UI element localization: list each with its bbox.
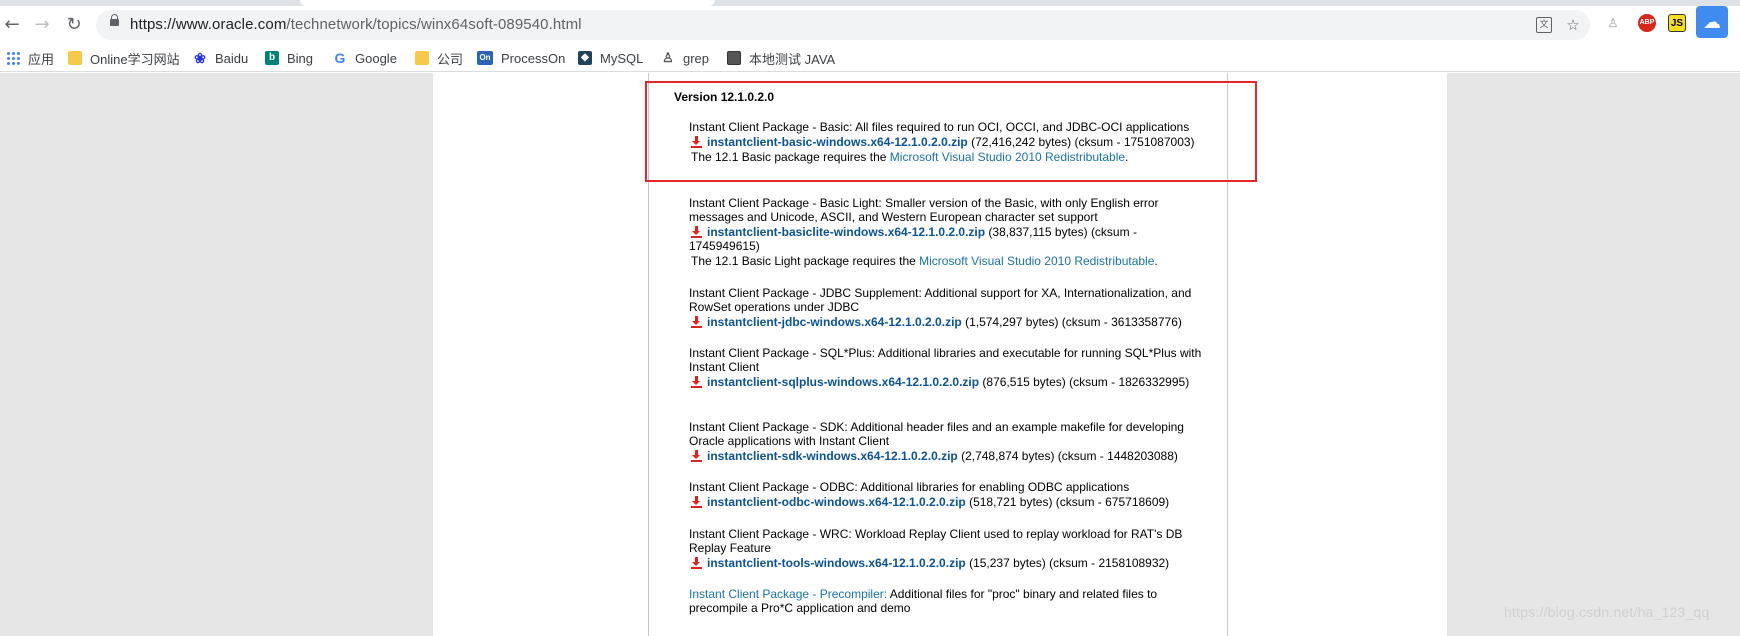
- highlight-annotation-box: [645, 81, 1257, 182]
- grep-icon: ♙: [662, 50, 674, 65]
- package-sdk: Instant Client Package - SDK: Additional…: [689, 420, 1209, 463]
- vs2010-redist-link[interactable]: Microsoft Visual Studio 2010 Redistribut…: [919, 254, 1154, 268]
- package-wrc: Instant Client Package - WRC: Workload R…: [689, 527, 1209, 570]
- precompiler-link[interactable]: Instant Client Package - Precompiler:: [689, 587, 887, 601]
- javascript-extension-icon[interactable]: JS: [1668, 14, 1686, 32]
- package-description: Instant Client Package - SDK: Additional…: [689, 420, 1184, 448]
- url-path: /technetwork/topics/winx64soft-089540.ht…: [286, 16, 582, 33]
- download-link-tools[interactable]: instantclient-tools-windows.x64-12.1.0.2…: [707, 556, 966, 570]
- bookmark-label: ProcessOn: [501, 50, 566, 66]
- download-line: instantclient-sdk-windows.x64-12.1.0.2.0…: [689, 449, 1209, 463]
- adblock-plus-icon[interactable]: ABP: [1638, 14, 1656, 32]
- bookmark-label: Bing: [287, 50, 314, 66]
- download-link-odbc[interactable]: instantclient-odbc-windows.x64-12.1.0.2.…: [707, 495, 966, 509]
- download-icon: [691, 376, 702, 388]
- package-description: Instant Client Package - JDBC Supplement…: [689, 286, 1192, 314]
- package-description: Instant Client Package - WRC: Workload R…: [689, 527, 1183, 555]
- url-host: https://www.oracle.com: [130, 16, 287, 33]
- package-note: The 12.1 Basic Light package requires th…: [691, 254, 1209, 268]
- bookmark-baidu[interactable]: ❀ Baidu: [193, 49, 248, 67]
- package-odbc: Instant Client Package - ODBC: Additiona…: [689, 480, 1209, 509]
- extension-puzzle-icon[interactable]: ♙: [1604, 14, 1622, 32]
- page-viewport: Version 12.1.0.2.0 Instant Client Packag…: [0, 73, 1740, 636]
- bookmark-label: Baidu: [215, 50, 249, 66]
- download-link-basiclite[interactable]: instantclient-basiclite-windows.x64-12.1…: [707, 225, 985, 239]
- google-icon: G: [334, 50, 346, 66]
- download-line: instantclient-tools-windows.x64-12.1.0.2…: [689, 556, 1209, 570]
- baidu-icon: ❀: [194, 50, 206, 66]
- bookmark-google[interactable]: G Google: [333, 49, 397, 67]
- lock-icon[interactable]: [110, 14, 119, 26]
- reload-button[interactable]: ↻: [62, 13, 86, 37]
- url-text[interactable]: https://www.oracle.com/technetwork/topic…: [130, 16, 582, 33]
- download-line: instantclient-basiclite-windows.x64-12.1…: [689, 225, 1209, 253]
- file-meta: (15,237 bytes) (cksum - 2158108932): [965, 556, 1170, 570]
- download-link-jdbc[interactable]: instantclient-jdbc-windows.x64-12.1.0.2.…: [707, 315, 962, 329]
- file-meta: (876,515 bytes) (cksum - 1826332995): [979, 375, 1190, 389]
- bookmark-grep[interactable]: ♙ grep: [661, 49, 709, 67]
- note-period: .: [1154, 254, 1158, 268]
- folder-icon: [68, 51, 82, 65]
- apps-icon: [6, 51, 20, 65]
- bookmark-company[interactable]: 公司: [415, 49, 463, 67]
- download-icon: [691, 316, 702, 328]
- file-meta: (1,574,297 bytes) (cksum - 3613358776): [961, 315, 1182, 329]
- translate-icon[interactable]: 文: [1536, 17, 1552, 33]
- download-icon: [691, 496, 702, 508]
- package-precompiler: Instant Client Package - Precompiler: Ad…: [689, 587, 1209, 615]
- bookmark-label: 应用: [28, 51, 55, 67]
- package-description: Instant Client Package - Basic Light: Sm…: [689, 196, 1159, 224]
- bookmark-star-icon[interactable]: ☆: [1564, 16, 1582, 34]
- file-meta: (2,748,874 bytes) (cksum - 1448203088): [957, 449, 1178, 463]
- package-description: Instant Client Package - ODBC: Additiona…: [689, 480, 1130, 494]
- bookmark-local-java[interactable]: 本地测试 JAVA: [727, 49, 835, 67]
- download-line: instantclient-sqlplus-windows.x64-12.1.0…: [689, 375, 1209, 389]
- package-description: Instant Client Package - SQL*Plus: Addit…: [689, 346, 1202, 374]
- bookmark-apps[interactable]: 应用: [6, 49, 54, 67]
- cloud-extension-icon[interactable]: ☁: [1696, 6, 1728, 38]
- download-line: instantclient-odbc-windows.x64-12.1.0.2.…: [689, 495, 1209, 509]
- address-bar[interactable]: https://www.oracle.com/technetwork/topic…: [96, 10, 1590, 40]
- bookmark-label: 公司: [437, 51, 464, 67]
- bookmark-bing[interactable]: b Bing: [265, 49, 313, 67]
- bookmark-mysql[interactable]: ◆ MySQL: [578, 49, 643, 67]
- watermark: https://blog.csdn.net/ha_123_qq: [1504, 604, 1710, 620]
- download-icon: [691, 450, 702, 462]
- download-icon: [691, 226, 702, 238]
- bookmarks-bar: 应用 Online学习网站 ❀ Baidu b Bing G Google 公司 On…: [0, 44, 1740, 72]
- note-text: The 12.1 Basic Light package requires th…: [691, 254, 920, 268]
- file-meta: (518,721 bytes) (cksum - 675718609): [965, 495, 1170, 509]
- bookmark-label: MySQL: [600, 50, 644, 66]
- bookmark-processon[interactable]: On ProcessOn: [477, 49, 565, 67]
- download-link-sdk[interactable]: instantclient-sdk-windows.x64-12.1.0.2.0…: [707, 449, 958, 463]
- mysql-icon: ◆: [578, 51, 592, 65]
- package-sqlplus: Instant Client Package - SQL*Plus: Addit…: [689, 346, 1209, 389]
- download-link-sqlplus[interactable]: instantclient-sqlplus-windows.x64-12.1.0…: [707, 375, 979, 389]
- bing-icon: b: [265, 51, 279, 65]
- processon-icon: On: [477, 51, 493, 65]
- browser-toolbar: ← → ↻ https://www.oracle.com/technetwork…: [0, 6, 1740, 44]
- package-basic-light: Instant Client Package - Basic Light: Sm…: [689, 196, 1209, 268]
- bookmark-label: grep: [683, 50, 710, 66]
- bookmark-label: 本地测试 JAVA: [749, 51, 836, 67]
- forward-button[interactable]: →: [30, 13, 54, 37]
- image-icon: [727, 51, 741, 65]
- back-button[interactable]: ←: [0, 13, 24, 37]
- download-icon: [691, 557, 702, 569]
- bookmark-online-learning[interactable]: Online学习网站: [68, 49, 180, 67]
- bookmark-label: Online学习网站: [90, 51, 180, 67]
- folder-icon: [415, 51, 429, 65]
- download-line: instantclient-jdbc-windows.x64-12.1.0.2.…: [689, 315, 1209, 329]
- bookmark-label: Google: [355, 50, 397, 66]
- package-jdbc: Instant Client Package - JDBC Supplement…: [689, 286, 1209, 329]
